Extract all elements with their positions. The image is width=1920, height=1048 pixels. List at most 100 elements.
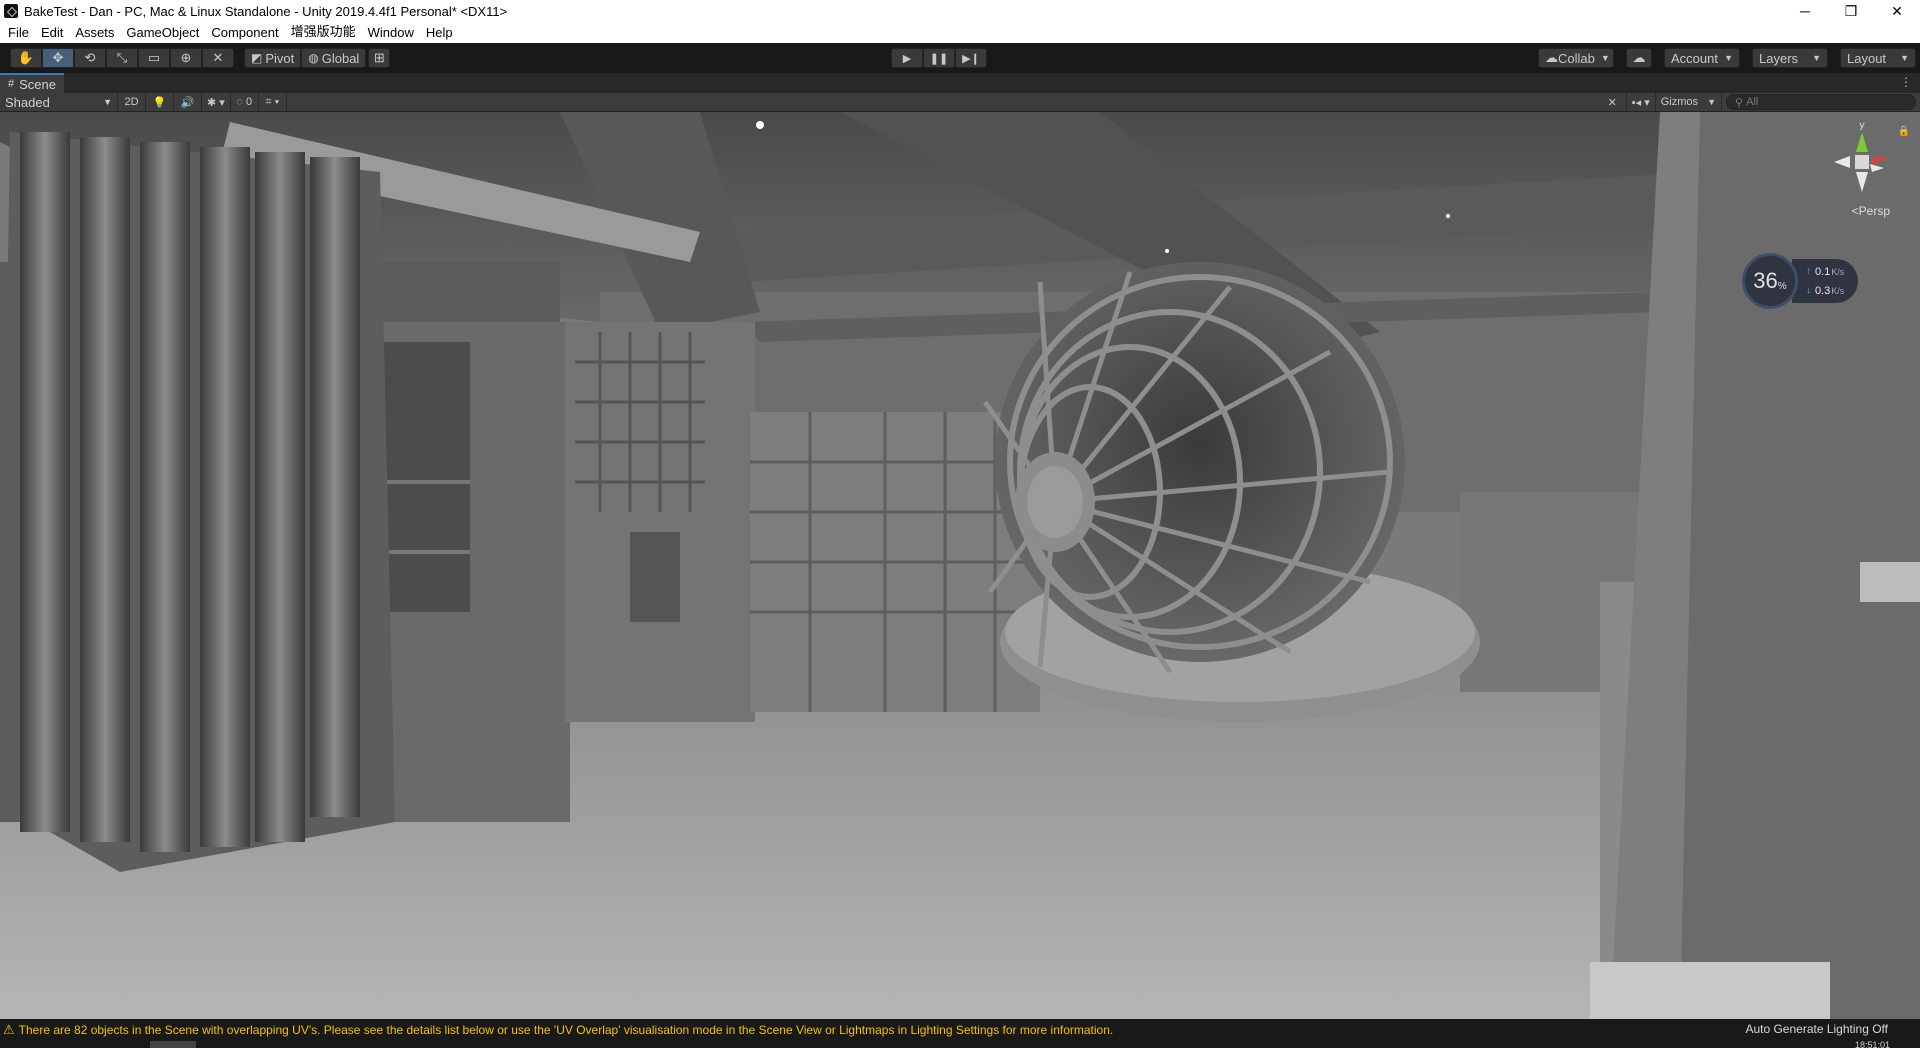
download-rate: ↓ 0.3 K/s (1806, 281, 1858, 300)
cpu-usage-circle: 36 % (1742, 253, 1798, 309)
rotate-tool-icon[interactable]: ⟲ (74, 48, 106, 68)
collab-dropdown[interactable]: ☁ Collab ▼ (1538, 48, 1614, 68)
taskbar-item[interactable] (150, 1041, 196, 1048)
menu-window[interactable]: Window (362, 22, 420, 43)
chevron-down-icon: ▼ (1707, 97, 1716, 107)
globe-icon: ◍ (308, 51, 319, 65)
2d-toggle[interactable]: 2D (118, 93, 146, 111)
scene-toolbar-right: ✕ ▪◂ ▾ Gizmos ▼ ⚲ All (1599, 93, 1920, 111)
pivot-group: ◩ Pivot ◍ Global ⊞ (244, 48, 391, 68)
scene-toolbar: Shaded ▼ 2D 💡 🔊 ✱ ▾ ◌ 0 ⌗ ▾ ✕ ▪◂ ▾ Gizmo… (0, 93, 1920, 112)
minimize-button[interactable]: ─ (1782, 0, 1828, 22)
warning-icon: ⚠ (3, 1021, 15, 1037)
pivot-toggle[interactable]: ◩ Pivot (244, 48, 302, 68)
menu-enhanced-features[interactable]: 增强版功能 (285, 22, 362, 43)
chevron-down-icon: ▼ (1812, 53, 1821, 63)
main-toolbar: ✋ ✥ ⟲ ⤡ ▭ ⊕ ✕ ◩ Pivot ◍ Global ⊞ ▶ ❚❚ ▶❙ ☁… (0, 43, 1920, 73)
collab-label: Collab (1558, 50, 1595, 66)
usage-percent-sign: % (1777, 280, 1787, 292)
scene-tab-icon: # (8, 78, 15, 90)
global-label: Global (321, 50, 360, 66)
menu-file[interactable]: File (2, 22, 35, 43)
upload-rate: ↑ 0.1 K/s (1806, 262, 1858, 281)
global-toggle[interactable]: ◍ Global (301, 48, 367, 68)
layout-label: Layout (1847, 50, 1887, 66)
account-dropdown[interactable]: Account ▼ (1664, 48, 1740, 68)
chevron-down-icon: ▼ (1600, 53, 1610, 63)
grid-snap-icon[interactable]: ⊞ (368, 48, 391, 68)
download-value: 0.3 (1815, 284, 1831, 297)
scene-viewport[interactable]: 🔒 y <Persp ↑ 0.1 K/s ↓ 0.3 K/s 36 % (0, 112, 1920, 1019)
custom-tool-icon[interactable]: ✕ (202, 48, 234, 68)
camera-dropdown-icon[interactable]: ▪◂ ▾ (1627, 93, 1656, 111)
pivot-label: Pivot (265, 50, 295, 66)
transform-tools: ✋ ✥ ⟲ ⤡ ▭ ⊕ ✕ (10, 48, 234, 68)
window-controls: ─ ❐ ✕ (1782, 0, 1920, 22)
layout-dropdown[interactable]: Layout ▼ (1840, 48, 1916, 68)
tab-menu-icon[interactable]: ⋮ (1900, 75, 1912, 89)
tab-scene-label: Scene (19, 76, 56, 92)
pivot-icon: ◩ (251, 51, 263, 65)
hidden-objects-toggle[interactable]: ◌ 0 (231, 93, 259, 111)
perspective-label[interactable]: <Persp (1852, 204, 1890, 218)
scale-tool-icon[interactable]: ⤡ (106, 48, 138, 68)
status-warning-text: There are 82 objects in the Scene with o… (18, 1022, 1114, 1037)
usage-percent: 36 (1753, 268, 1778, 293)
network-rates: ↑ 0.1 K/s ↓ 0.3 K/s (1792, 259, 1858, 303)
cloud-button[interactable]: ☁ (1626, 48, 1652, 68)
rect-tool-icon[interactable]: ▭ (138, 48, 170, 68)
lighting-status[interactable]: Auto Generate Lighting Off (1745, 1022, 1888, 1036)
cloud-icon: ☁ (1632, 50, 1646, 65)
transform-tool-icon[interactable]: ⊕ (170, 48, 202, 68)
arrow-down-icon: ↓ (1806, 285, 1811, 296)
gizmos-dropdown[interactable]: Gizmos ▼ (1656, 93, 1722, 111)
draw-mode-label: Shaded (5, 94, 50, 110)
unity-logo-icon (4, 4, 18, 18)
eye-slash-icon: ◌ (236, 96, 243, 108)
tab-bar: # Scene ⋮ (0, 73, 1920, 93)
grid-dropdown-icon[interactable]: ⌗ ▾ (259, 93, 287, 111)
layers-label: Layers (1759, 50, 1799, 66)
toolbar-right: ☁ Collab ▼ ☁ Account ▼ Layers ▼ Layout ▼ (1538, 48, 1920, 68)
restore-button[interactable]: ❐ (1828, 0, 1874, 22)
step-button[interactable]: ▶❙ (955, 48, 987, 68)
menu-component[interactable]: Component (205, 22, 284, 43)
tools-icon[interactable]: ✕ (1599, 93, 1627, 111)
menu-gameobject[interactable]: GameObject (120, 22, 205, 43)
tab-scene[interactable]: # Scene (0, 73, 64, 93)
close-button[interactable]: ✕ (1874, 0, 1920, 22)
scene-render (0, 112, 1920, 1019)
hand-tool-icon[interactable]: ✋ (10, 48, 42, 68)
search-placeholder: All (1746, 96, 1759, 108)
upload-unit: K/s (1831, 266, 1845, 277)
audio-toggle-icon[interactable]: 🔊 (174, 93, 202, 111)
persp-text: Persp (1858, 204, 1890, 218)
download-unit: K/s (1831, 285, 1845, 296)
collab-icon: ☁ (1545, 50, 1558, 65)
account-label: Account (1671, 50, 1718, 66)
lighting-toggle-icon[interactable]: 💡 (146, 93, 174, 111)
play-button[interactable]: ▶ (891, 48, 923, 68)
window-title: BakeTest - Dan - PC, Mac & Linux Standal… (24, 3, 508, 19)
play-controls: ▶ ❚❚ ▶❙ (891, 48, 987, 68)
taskbar-clock: 18:51:01 (1854, 1041, 1890, 1048)
upload-value: 0.1 (1815, 265, 1831, 278)
layers-dropdown[interactable]: Layers ▼ (1752, 48, 1828, 68)
draw-mode-dropdown[interactable]: Shaded ▼ (0, 93, 118, 111)
menu-help[interactable]: Help (420, 22, 459, 43)
status-bar[interactable]: ⚠ There are 82 objects in the Scene with… (0, 1019, 1920, 1040)
network-speed-widget: ↑ 0.1 K/s ↓ 0.3 K/s 36 % (1742, 253, 1860, 309)
menu-assets[interactable]: Assets (69, 22, 120, 43)
scene-search-input[interactable]: ⚲ All (1726, 94, 1916, 110)
menu-edit[interactable]: Edit (35, 22, 69, 43)
gizmo-y-label: y (1859, 120, 1865, 131)
menu-bar: File Edit Assets GameObject Component 增强… (0, 22, 1920, 43)
hidden-count: 0 (246, 96, 253, 108)
chevron-down-icon: ▼ (1900, 53, 1909, 63)
move-tool-icon[interactable]: ✥ (42, 48, 74, 68)
effects-dropdown-icon[interactable]: ✱ ▾ (202, 93, 231, 111)
pause-button[interactable]: ❚❚ (923, 48, 955, 68)
bottom-strip (0, 1040, 1920, 1048)
window-titlebar: BakeTest - Dan - PC, Mac & Linux Standal… (0, 0, 1920, 22)
gizmos-label: Gizmos (1660, 96, 1699, 108)
